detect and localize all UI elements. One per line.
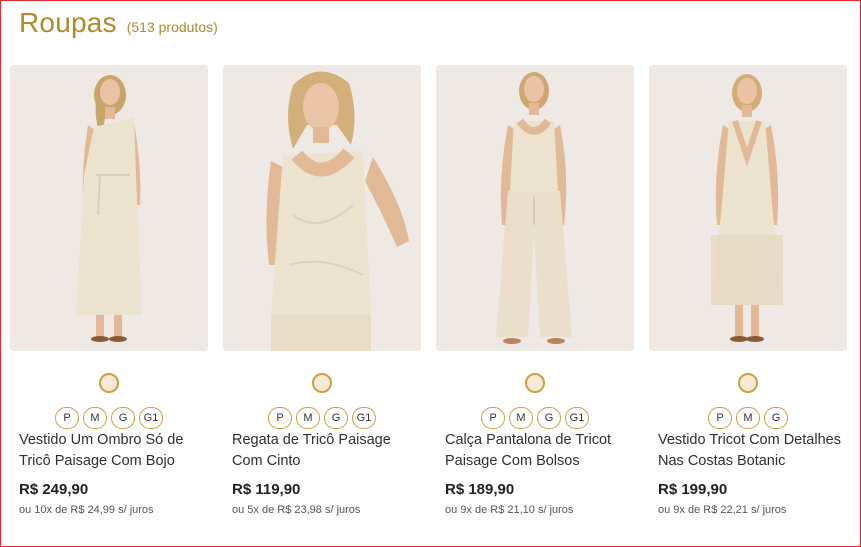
product-grid: P M G G1 Vestido Um Ombro Só de Tricô Pa… [10,65,856,545]
size-option[interactable]: P [481,407,505,429]
color-swatches [223,373,421,393]
color-swatches [436,373,634,393]
size-option[interactable]: G [764,407,788,429]
product-card[interactable]: P M G G1 Regata de Tricô Paisage Com Cin… [223,65,421,516]
size-options: P M G G1 [436,407,634,429]
color-swatch-cream[interactable] [525,373,545,393]
product-image[interactable] [649,65,847,351]
product-image[interactable] [10,65,208,351]
product-count: (513 produtos) [126,19,218,35]
color-swatches [649,373,847,393]
product-price: R$ 189,90 [445,481,515,498]
product-name[interactable]: Vestido Tricot Com Detalhes Nas Costas B… [658,430,844,471]
size-option[interactable]: M [296,407,320,429]
product-installments: ou 9x de R$ 21,10 s/ juros [445,504,574,516]
size-options: P M G [649,407,847,429]
product-price: R$ 119,90 [232,481,301,498]
product-card[interactable]: P M G Vestido Tricot Com Detalhes Nas Co… [649,65,847,516]
size-option[interactable]: P [55,407,79,429]
size-options: P M G G1 [223,407,421,429]
page-header: Roupas (513 produtos) [19,7,218,39]
product-card[interactable]: P M G G1 Vestido Um Ombro Só de Tricô Pa… [10,65,208,516]
size-option[interactable]: G [324,407,348,429]
product-installments: ou 9x de R$ 22,21 s/ juros [658,504,787,516]
product-name[interactable]: Calça Pantalona de Tricot Paisage Com Bo… [445,430,631,471]
size-option[interactable]: G [111,407,135,429]
color-swatch-cream[interactable] [99,373,119,393]
color-swatch-cream[interactable] [738,373,758,393]
size-option[interactable]: G1 [565,407,589,429]
product-price: R$ 249,90 [19,481,89,498]
size-option[interactable]: P [268,407,292,429]
color-swatch-cream[interactable] [312,373,332,393]
page-title: Roupas [19,7,117,38]
product-installments: ou 5x de R$ 23,98 s/ juros [232,504,361,516]
size-option[interactable]: P [708,407,732,429]
product-installments: ou 10x de R$ 24,99 s/ juros [19,504,154,516]
size-option[interactable]: G1 [139,407,163,429]
color-swatches [10,373,208,393]
size-option[interactable]: M [736,407,760,429]
size-option[interactable]: G1 [352,407,376,429]
product-image[interactable] [436,65,634,351]
product-name[interactable]: Vestido Um Ombro Só de Tricô Paisage Com… [19,430,205,471]
product-price: R$ 199,90 [658,481,728,498]
product-image[interactable] [223,65,421,351]
size-option[interactable]: M [83,407,107,429]
size-options: P M G G1 [10,407,208,429]
product-name[interactable]: Regata de Tricô Paisage Com Cinto [232,430,418,471]
product-card[interactable]: P M G G1 Calça Pantalona de Tricot Paisa… [436,65,634,516]
size-option[interactable]: G [537,407,561,429]
size-option[interactable]: M [509,407,533,429]
